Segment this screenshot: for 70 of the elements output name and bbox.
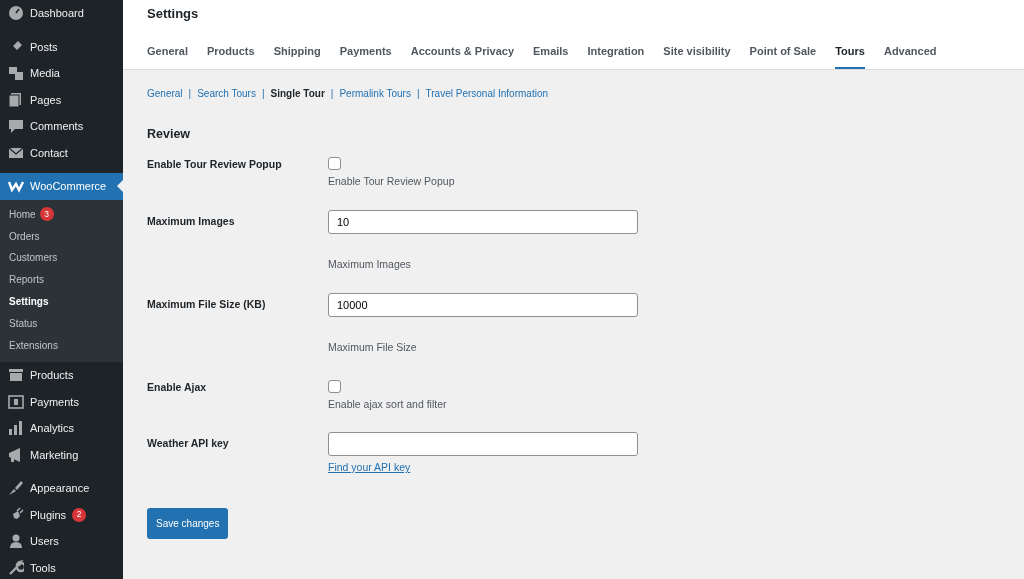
separator: |: [416, 86, 420, 101]
submenu-item[interactable]: Settings: [0, 290, 123, 313]
sidebar-item[interactable]: Plugins 2: [0, 501, 123, 529]
submenu-item[interactable]: Customers: [0, 247, 123, 269]
sidebar-item[interactable]: Posts: [0, 33, 123, 60]
field-description: Enable ajax sort and filter: [328, 396, 447, 412]
separator: |: [330, 86, 334, 101]
paintbrush-icon: [8, 480, 24, 497]
sidebar-item[interactable]: Products: [0, 362, 123, 389]
user-icon: [8, 533, 24, 550]
submenu-item[interactable]: Extensions: [0, 334, 123, 357]
help-link[interactable]: Find your API key: [328, 460, 638, 476]
count-badge: 3: [39, 207, 54, 222]
speech-bubble-icon: [8, 118, 24, 135]
sidebar-item[interactable]: Dashboard: [0, 0, 123, 27]
field-label: Enable Tour Review Popup: [147, 157, 283, 173]
checkbox[interactable]: [328, 157, 341, 171]
checkbox[interactable]: [328, 379, 341, 393]
sidebar-item[interactable]: Tools: [0, 554, 123, 579]
sidebar-item[interactable]: Users: [0, 528, 123, 555]
subtab-link[interactable]: Single Tour: [270, 85, 325, 101]
subtab-link[interactable]: Travel Personal Information: [425, 85, 548, 101]
subtab-link[interactable]: Search Tours: [197, 85, 256, 101]
archive-icon: [8, 367, 24, 384]
submenu-item[interactable]: Orders: [0, 225, 123, 248]
tab[interactable]: Advanced: [883, 36, 937, 69]
bar-chart-icon: [8, 420, 24, 437]
sidebar-item[interactable]: Appearance: [0, 475, 123, 502]
tab[interactable]: General: [147, 36, 188, 69]
sidebar-item[interactable]: Comments: [0, 113, 123, 140]
field-description: Maximum Images: [328, 257, 412, 272]
field-description: Maximum File Size: [328, 339, 418, 355]
media-icon: [8, 65, 24, 82]
sidebar-item[interactable]: Pages: [0, 86, 123, 113]
tab[interactable]: Tours: [835, 36, 865, 69]
submenu-item[interactable]: Status: [0, 312, 123, 335]
save-button[interactable]: Save changes: [147, 508, 229, 539]
field-label: Maximum File Size (KB): [147, 296, 267, 312]
section-title: Review: [147, 125, 192, 143]
input-field[interactable]: 10000: [328, 292, 638, 317]
sidebar-item[interactable]: Analytics: [0, 415, 123, 442]
sidebar-item[interactable]: Payments: [0, 388, 123, 416]
input-field[interactable]: 10: [328, 210, 638, 234]
field-label: Weather API key: [147, 436, 230, 452]
separator: |: [261, 86, 265, 101]
tab[interactable]: Site visibility: [663, 36, 731, 69]
tab[interactable]: Emails: [533, 36, 569, 69]
tab[interactable]: Integration: [587, 36, 645, 69]
tab[interactable]: Accounts & Privacy: [410, 36, 514, 69]
input-field[interactable]: [328, 432, 638, 457]
tab[interactable]: Products: [206, 36, 255, 69]
tab[interactable]: Point of Sale: [749, 36, 817, 69]
field-label: Enable Ajax: [147, 379, 208, 395]
count-badge: 2: [72, 507, 87, 522]
subtab-link[interactable]: Permalink Tours: [339, 85, 411, 101]
pages-icon: [8, 91, 24, 108]
subtab-link[interactable]: General: [147, 85, 183, 101]
sidebar-item[interactable]: Marketing: [0, 441, 123, 469]
separator: |: [188, 86, 192, 101]
submenu-item[interactable]: Reports: [0, 268, 123, 291]
field-description: Enable Tour Review Popup: [328, 174, 455, 190]
sidebar-item[interactable]: Contact: [0, 139, 123, 166]
page-title: Settings: [147, 5, 200, 23]
submenu-item[interactable]: Home 3: [0, 203, 123, 226]
field-label: Maximum Images: [147, 214, 236, 229]
sidebar-item[interactable]: WooCommerce: [0, 173, 123, 200]
sidebar-item[interactable]: Media: [0, 60, 123, 87]
tab[interactable]: Shipping: [273, 36, 321, 69]
gauge-icon: [8, 5, 24, 22]
tab[interactable]: Payments: [339, 36, 392, 69]
